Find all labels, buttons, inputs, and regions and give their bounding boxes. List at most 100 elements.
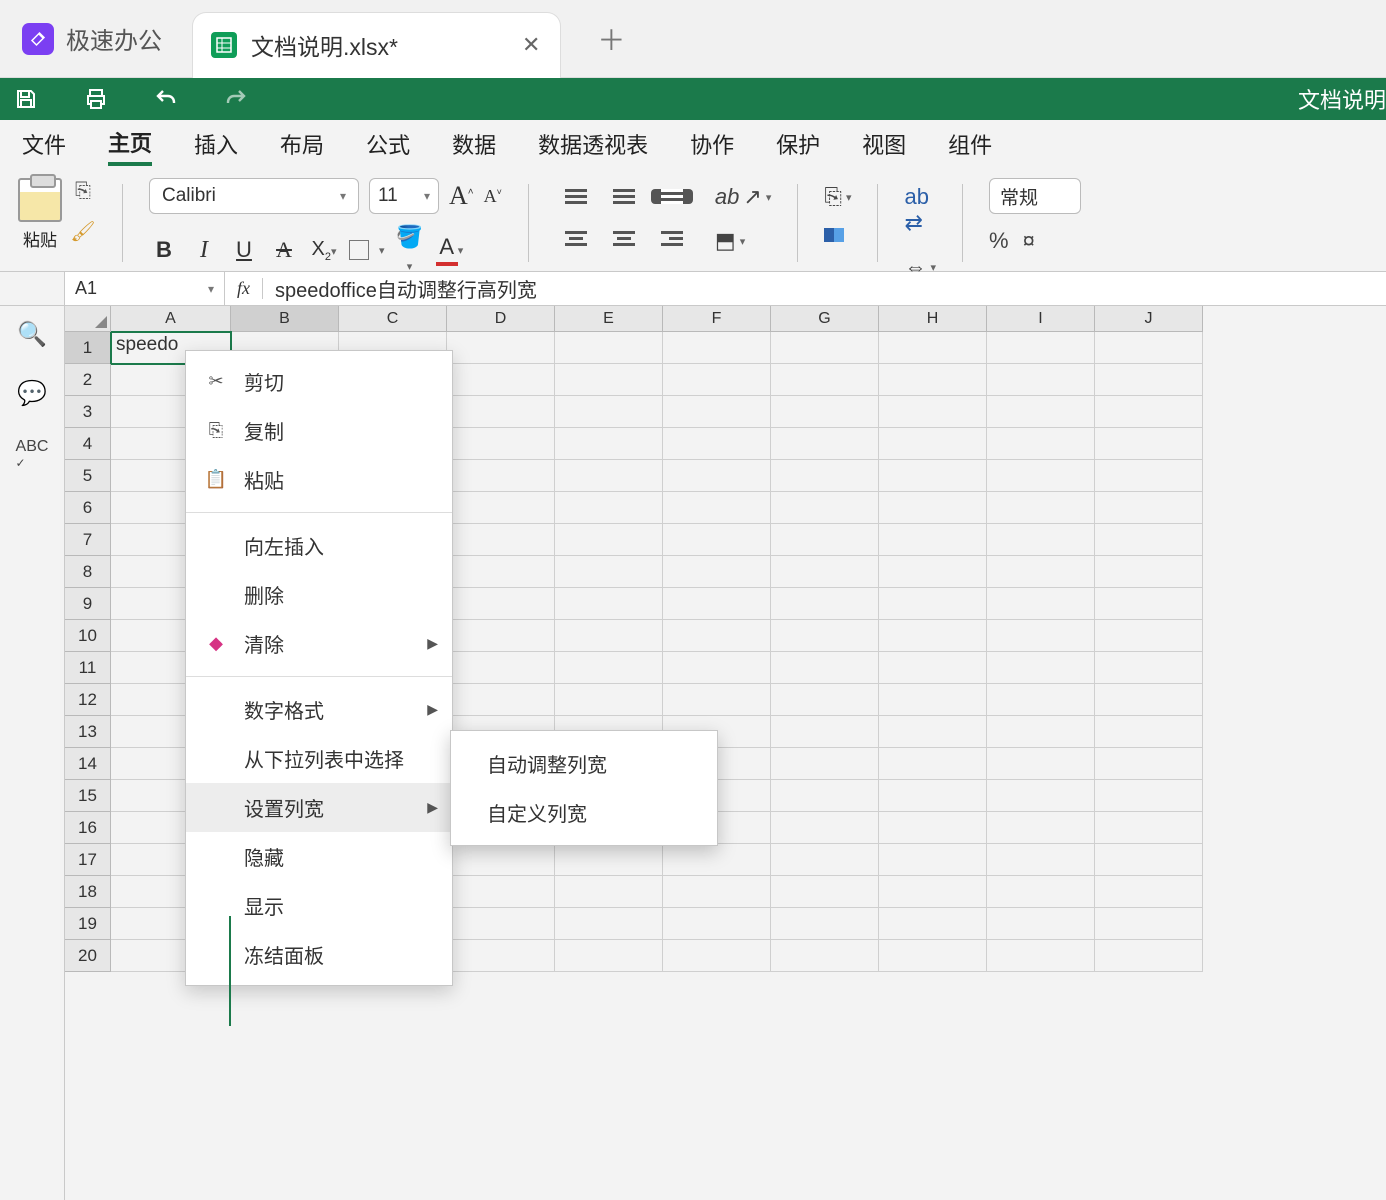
- row-header[interactable]: 5: [65, 460, 111, 492]
- row-header[interactable]: 16: [65, 812, 111, 844]
- save-icon[interactable]: [14, 87, 38, 111]
- bold-button[interactable]: B: [149, 237, 179, 263]
- col-header-F[interactable]: F: [663, 306, 771, 332]
- row-header[interactable]: 10: [65, 620, 111, 652]
- cell[interactable]: [663, 428, 771, 460]
- row-header[interactable]: 18: [65, 876, 111, 908]
- row-header[interactable]: 19: [65, 908, 111, 940]
- cell[interactable]: [879, 588, 987, 620]
- cell[interactable]: [987, 620, 1095, 652]
- ctx-number-format[interactable]: 数字格式▶: [186, 685, 452, 734]
- cell[interactable]: [447, 364, 555, 396]
- col-header-D[interactable]: D: [447, 306, 555, 332]
- cell[interactable]: [987, 748, 1095, 780]
- row-header[interactable]: 12: [65, 684, 111, 716]
- cell[interactable]: [987, 396, 1095, 428]
- sub-autofit-col[interactable]: 自动调整列宽: [451, 739, 717, 788]
- cell[interactable]: [1095, 460, 1203, 492]
- cell[interactable]: [879, 716, 987, 748]
- formula-bar[interactable]: speedoffice自动调整行高列宽: [263, 274, 1386, 303]
- cell[interactable]: [879, 492, 987, 524]
- cell[interactable]: [987, 844, 1095, 876]
- percent-button[interactable]: %: [989, 228, 1009, 254]
- ctx-freeze[interactable]: 冻结面板: [186, 930, 452, 979]
- cell[interactable]: [663, 876, 771, 908]
- name-box[interactable]: A1▾: [65, 272, 225, 305]
- cell[interactable]: [771, 428, 879, 460]
- cell[interactable]: [771, 844, 879, 876]
- ctx-insert-left[interactable]: 向左插入: [186, 521, 452, 570]
- menu-home[interactable]: 主页: [108, 126, 152, 166]
- cell[interactable]: [879, 652, 987, 684]
- undo-icon[interactable]: [154, 87, 178, 111]
- cell[interactable]: [987, 556, 1095, 588]
- cell[interactable]: [447, 940, 555, 972]
- col-header-G[interactable]: G: [771, 306, 879, 332]
- strikethrough-button[interactable]: A: [269, 237, 299, 263]
- row-header[interactable]: 8: [65, 556, 111, 588]
- menu-component[interactable]: 组件: [948, 128, 992, 164]
- col-header-H[interactable]: H: [879, 306, 987, 332]
- cell[interactable]: [987, 876, 1095, 908]
- cell[interactable]: [555, 620, 663, 652]
- cell[interactable]: [1095, 684, 1203, 716]
- print-icon[interactable]: [84, 87, 108, 111]
- cell[interactable]: [1095, 556, 1203, 588]
- cell[interactable]: [771, 524, 879, 556]
- comment-icon[interactable]: 💬: [17, 379, 47, 408]
- cell[interactable]: [555, 940, 663, 972]
- cell[interactable]: [447, 684, 555, 716]
- cell[interactable]: [555, 588, 663, 620]
- cell[interactable]: [987, 460, 1095, 492]
- redo-icon[interactable]: [224, 87, 248, 111]
- cell-style-button[interactable]: [824, 228, 851, 242]
- cell[interactable]: [555, 684, 663, 716]
- currency-button[interactable]: ¤: [1023, 228, 1035, 254]
- row-header[interactable]: 9: [65, 588, 111, 620]
- col-header-E[interactable]: E: [555, 306, 663, 332]
- cell[interactable]: [663, 364, 771, 396]
- cell[interactable]: [663, 684, 771, 716]
- cell[interactable]: [1095, 652, 1203, 684]
- italic-button[interactable]: I: [189, 237, 219, 264]
- cell[interactable]: [555, 396, 663, 428]
- cell[interactable]: [1095, 844, 1203, 876]
- cell[interactable]: [879, 428, 987, 460]
- cell[interactable]: [1095, 620, 1203, 652]
- cell[interactable]: [555, 524, 663, 556]
- cell[interactable]: [771, 620, 879, 652]
- fill-color-button[interactable]: 🪣▾: [395, 224, 425, 276]
- cell[interactable]: [663, 908, 771, 940]
- clipboard-icon[interactable]: [18, 178, 62, 222]
- cell[interactable]: [555, 428, 663, 460]
- cell[interactable]: [879, 396, 987, 428]
- ctx-cut[interactable]: ✂剪切: [186, 357, 452, 406]
- cell[interactable]: [987, 364, 1095, 396]
- text-direction-button[interactable]: ab⇄: [904, 184, 936, 236]
- cell[interactable]: [771, 460, 879, 492]
- row-header[interactable]: 20: [65, 940, 111, 972]
- cell[interactable]: [555, 332, 663, 364]
- menu-file[interactable]: 文件: [22, 128, 66, 164]
- cell[interactable]: [879, 684, 987, 716]
- cell[interactable]: [663, 652, 771, 684]
- row-header[interactable]: 6: [65, 492, 111, 524]
- format-painter-icon[interactable]: 🖌: [70, 218, 96, 244]
- cell[interactable]: [555, 652, 663, 684]
- cell[interactable]: [447, 876, 555, 908]
- cell[interactable]: [771, 908, 879, 940]
- row-header[interactable]: 4: [65, 428, 111, 460]
- row-header[interactable]: 2: [65, 364, 111, 396]
- ctx-set-col-width[interactable]: 设置列宽▶: [186, 783, 452, 832]
- cell[interactable]: [1095, 780, 1203, 812]
- cell[interactable]: [555, 364, 663, 396]
- orientation-button[interactable]: ab↗▾: [715, 184, 771, 210]
- cell[interactable]: [1095, 428, 1203, 460]
- cell[interactable]: [1095, 396, 1203, 428]
- cell[interactable]: [771, 396, 879, 428]
- cell[interactable]: [879, 364, 987, 396]
- merge-cells-button[interactable]: ⬒▾: [715, 228, 771, 254]
- search-icon[interactable]: 🔍: [17, 320, 47, 349]
- cell[interactable]: [771, 588, 879, 620]
- cell[interactable]: [663, 524, 771, 556]
